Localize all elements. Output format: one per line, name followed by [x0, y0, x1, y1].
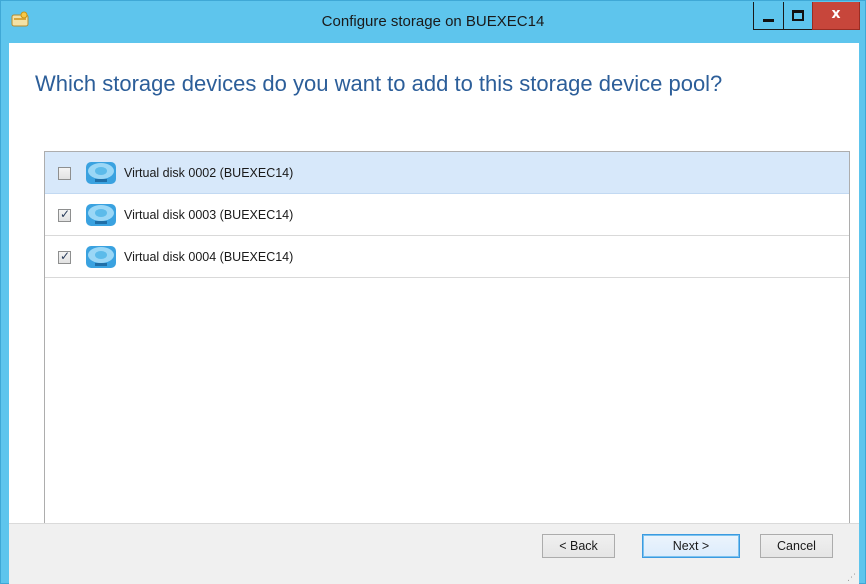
minimize-icon — [763, 19, 774, 22]
close-button[interactable]: x — [812, 2, 860, 30]
list-item[interactable]: ✓ Virtual disk 0004 (BUEXEC14) — [45, 236, 849, 278]
device-checkbox[interactable]: ✓ — [58, 249, 71, 264]
device-checkbox[interactable] — [58, 167, 71, 180]
page-title: Which storage devices do you want to add… — [35, 71, 723, 96]
device-label: Virtual disk 0002 (BUEXEC14) — [124, 166, 294, 180]
maximize-button[interactable] — [783, 2, 812, 30]
cancel-button[interactable]: Cancel — [760, 534, 833, 558]
wizard-window: Configure storage on BUEXEC14 x Which st… — [0, 0, 866, 584]
checkmark-icon: ✓ — [60, 249, 71, 263]
virtual-disk-icon — [86, 162, 116, 184]
virtual-disk-icon — [86, 246, 116, 268]
device-label: Virtual disk 0003 (BUEXEC14) — [124, 208, 294, 222]
next-button[interactable]: Next > — [642, 534, 740, 558]
device-label: Virtual disk 0004 (BUEXEC14) — [124, 250, 294, 264]
storage-device-list[interactable]: Virtual disk 0002 (BUEXEC14) ✓ Virtual d… — [44, 151, 850, 551]
list-item[interactable]: Virtual disk 0002 (BUEXEC14) — [45, 152, 849, 194]
minimize-button[interactable] — [753, 2, 783, 30]
device-checkbox[interactable]: ✓ — [58, 207, 71, 222]
title-bar[interactable]: Configure storage on BUEXEC14 x — [1, 1, 865, 43]
back-button[interactable]: < Back — [542, 534, 615, 558]
list-item[interactable]: ✓ Virtual disk 0003 (BUEXEC14) — [45, 194, 849, 236]
close-icon: x — [831, 6, 841, 22]
wizard-footer: < Back Next > Cancel ⋰ — [9, 523, 859, 584]
window-title: Configure storage on BUEXEC14 — [321, 13, 545, 30]
checkmark-icon: ✓ — [60, 207, 71, 221]
maximize-icon — [792, 10, 804, 21]
wizard-content: Which storage devices do you want to add… — [9, 43, 859, 584]
virtual-disk-icon — [86, 204, 116, 226]
resize-grip-icon[interactable]: ⋰ — [847, 572, 857, 582]
